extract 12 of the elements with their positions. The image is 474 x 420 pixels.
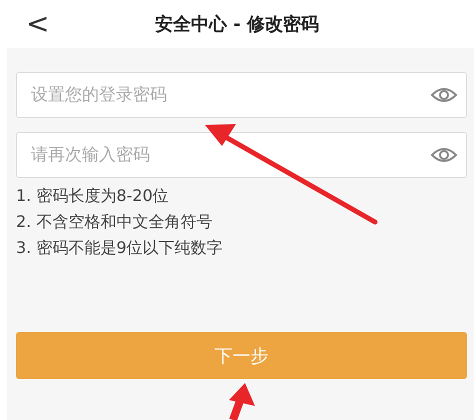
page-title: 安全中心 - 修改密码 [154,13,319,36]
rule-text: 3. 密码不能是9位以下纯数字 [16,238,224,258]
rule-text: 2. 不含空格和中文全角符号 [16,212,214,232]
back-button[interactable]: < [20,6,56,42]
eye-icon[interactable] [430,145,458,165]
eye-icon[interactable] [430,85,458,105]
password-input[interactable]: 请再次输入密码 [29,144,430,166]
password-field[interactable]: 请再次输入密码 [16,132,467,178]
password-input[interactable]: 设置您的登录密码 [29,84,430,106]
password-field[interactable]: 设置您的登录密码 [16,72,467,118]
arrow-annotation [229,383,255,420]
rule-text: 1. 密码长度为8-20位 [16,186,170,206]
